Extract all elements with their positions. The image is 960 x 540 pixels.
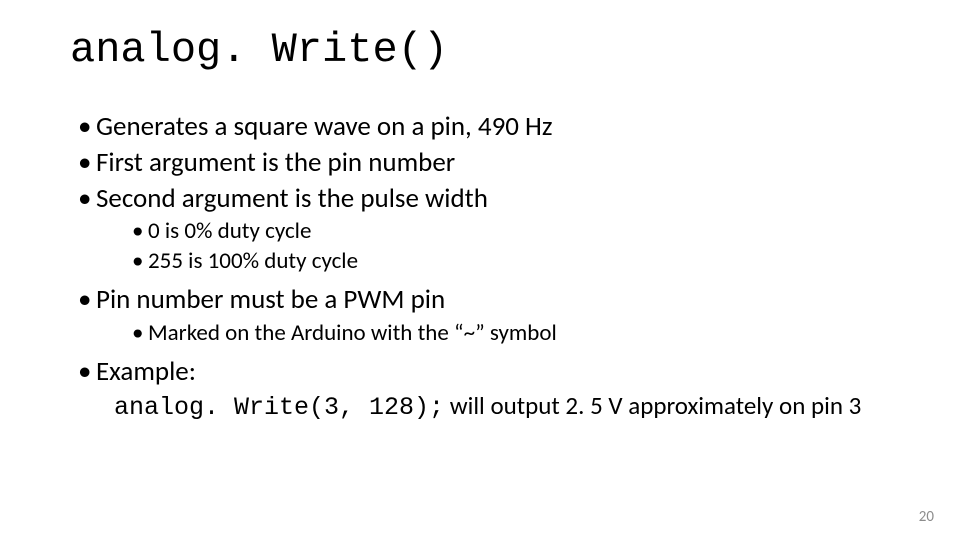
slide: analog. Write() Generates a square wave … xyxy=(0,0,960,540)
sub-bullet-item: Marked on the Arduino with the “~” symbo… xyxy=(132,319,890,349)
page-number: 20 xyxy=(919,508,934,526)
bullet-text: Example: xyxy=(96,355,196,388)
bullet-item: Second argument is the pulse width 0 is … xyxy=(78,182,890,278)
example-code: analog. Write(3, 128); xyxy=(114,393,444,422)
slide-title: analog. Write() xyxy=(70,26,890,74)
bullet-item: First argument is the pin number xyxy=(78,146,890,180)
sub-bullet-list: Marked on the Arduino with the “~” symbo… xyxy=(96,319,890,349)
sub-bullet-item: 0 is 0% duty cycle xyxy=(132,217,890,247)
example-desc: will output 2. 5 V approximately on pin … xyxy=(444,390,861,421)
bullet-text: Pin number must be a PWM pin xyxy=(96,283,445,316)
sub-bullet-item: 255 is 100% duty cycle xyxy=(132,247,890,277)
bullet-item: Pin number must be a PWM pin Marked on t… xyxy=(78,283,890,349)
bullet-item: Example: xyxy=(78,355,890,389)
sub-bullet-list: 0 is 0% duty cycle 255 is 100% duty cycl… xyxy=(96,217,890,277)
bullet-list: Generates a square wave on a pin, 490 Hz… xyxy=(70,110,890,388)
bullet-item: Generates a square wave on a pin, 490 Hz xyxy=(78,110,890,144)
example-line: analog. Write(3, 128); will output 2. 5 … xyxy=(70,390,890,422)
bullet-text: Second argument is the pulse width xyxy=(96,182,488,215)
